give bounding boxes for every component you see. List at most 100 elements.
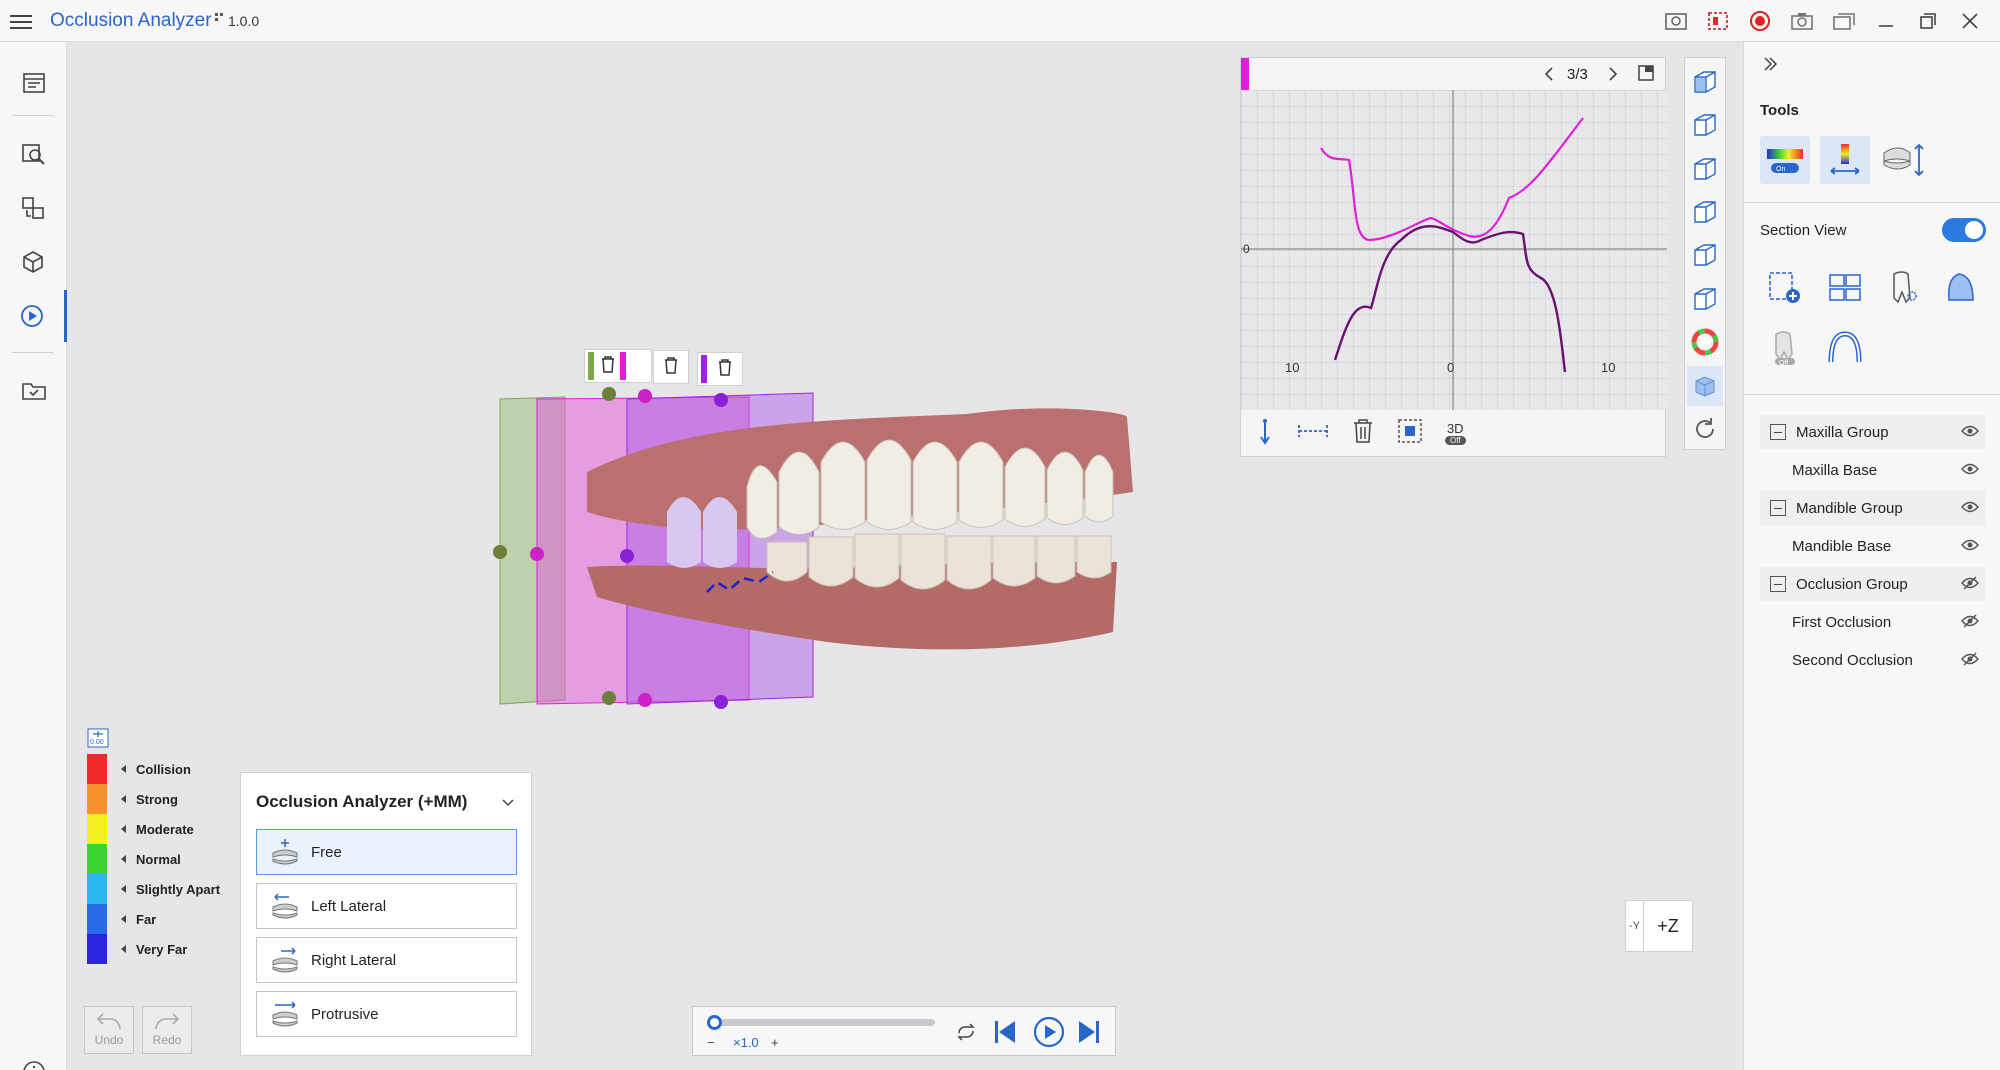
view-front-icon[interactable] [1687,62,1723,101]
split-view-icon[interactable] [1820,264,1870,312]
jaw-movement-tool[interactable] [1878,136,1928,184]
trash-icon[interactable] [717,358,733,381]
arch-icon[interactable] [1820,324,1870,372]
speed-decrease-button[interactable]: − [707,1035,715,1050]
magenta-plane-handle-bottom[interactable] [638,693,652,707]
caret-left-icon[interactable] [121,915,126,923]
trash-icon[interactable] [663,356,679,379]
legend-item[interactable]: Very Far [87,934,247,964]
purple-plane-handle-bottom[interactable] [714,695,728,709]
chevron-down-icon[interactable] [501,795,515,813]
playback-track[interactable] [713,1019,935,1026]
reset-view-icon[interactable] [1687,410,1723,449]
add-section-icon[interactable] [1760,264,1810,312]
prev-page-icon[interactable] [1543,66,1555,87]
purple-plane-handle-left[interactable] [620,549,634,563]
tree-item-row[interactable]: First Occlusion [1760,605,1985,639]
legend-item[interactable]: Moderate [87,814,247,844]
view-top-icon[interactable] [1687,236,1723,275]
collapse-minus-icon[interactable] [1770,576,1786,592]
speed-increase-button[interactable]: + [771,1035,779,1050]
tooth-section-icon[interactable] [1878,264,1928,312]
eye-off-icon[interactable] [1961,652,1979,670]
caret-left-icon[interactable] [121,795,126,803]
caret-left-icon[interactable] [121,945,126,953]
view-left-icon[interactable] [1687,149,1723,188]
collapse-minus-icon[interactable] [1770,424,1786,440]
record-icon[interactable] [1742,8,1778,34]
trash-icon[interactable] [600,355,616,378]
view-right-icon[interactable] [1687,192,1723,231]
occlusion-colormap-tool[interactable]: On [1760,136,1810,184]
caret-left-icon[interactable] [121,885,126,893]
section-view-toggle[interactable] [1942,218,1986,242]
solid-view-icon[interactable] [1687,366,1723,406]
eye-off-icon[interactable] [1961,576,1979,594]
eye-off-icon[interactable] [1961,614,1979,632]
green-plane-handle-bottom[interactable] [602,691,616,705]
delete-measure-icon[interactable] [1351,418,1375,449]
distance-colormap-tool[interactable] [1820,136,1870,184]
axis-minus-y[interactable]: -Y [1626,901,1644,951]
camera-icon[interactable] [1784,8,1820,34]
tree-item-row[interactable]: Mandible Base [1760,529,1985,563]
scale-indicator[interactable]: 0.00 [87,728,109,753]
inspect-icon[interactable] [0,128,67,180]
screens-icon[interactable] [1826,8,1862,34]
left-lateral-button[interactable]: Left Lateral [256,883,517,929]
tree-item-row[interactable]: Second Occlusion [1760,643,1985,677]
vertical-measure-icon[interactable] [1255,417,1275,450]
expand-graph-icon[interactable] [1637,64,1655,87]
axis-orientation[interactable]: -Y +Z [1625,900,1693,952]
menu-icon[interactable] [10,11,32,31]
protrusive-button[interactable]: Protrusive [256,991,517,1037]
grid-select-icon[interactable] [1397,418,1423,449]
play-button[interactable] [1033,1016,1065,1053]
undo-button[interactable]: Undo [84,1006,134,1054]
legend-item[interactable]: Collision [87,754,247,784]
restore-icon[interactable] [1910,8,1946,34]
right-lateral-button[interactable]: Right Lateral [256,937,517,983]
minimize-icon[interactable] [1868,8,1904,34]
caret-left-icon[interactable] [121,765,126,773]
color-wheel-icon[interactable] [1687,323,1723,362]
align-icon[interactable] [0,182,67,234]
free-motion-button[interactable]: Free [256,829,517,875]
tree-group-row[interactable]: Occlusion Group [1760,567,1985,601]
caret-left-icon[interactable] [121,855,126,863]
view-back-icon[interactable] [1687,105,1723,144]
redo-button[interactable]: Redo [142,1006,192,1054]
crop-record-icon[interactable] [1700,8,1736,34]
view-bottom-icon[interactable] [1687,279,1723,318]
axis-plus-z[interactable]: +Z [1644,901,1692,951]
eye-icon[interactable] [1961,462,1979,480]
magenta-plane-handle-left[interactable] [530,547,544,561]
toggle-3d[interactable]: 3D Off [1445,421,1466,445]
info-icon[interactable] [22,1060,46,1070]
legend-item[interactable]: Slightly Apart [87,874,247,904]
horizontal-measure-icon[interactable] [1297,421,1329,446]
tree-group-row[interactable]: Mandible Group [1760,491,1985,525]
legend-item[interactable]: Strong [87,784,247,814]
green-plane-handle-left[interactable] [493,545,507,559]
checklist-icon[interactable] [0,364,67,416]
eye-icon[interactable] [1961,424,1979,442]
model-icon[interactable] [0,236,67,288]
eye-icon[interactable] [1961,500,1979,518]
clip-view-icon[interactable] [1936,264,1986,312]
eye-icon[interactable] [1961,538,1979,556]
skip-start-icon[interactable] [993,1019,1017,1050]
tooth-off-icon[interactable]: Off [1760,324,1810,372]
play-icon[interactable] [0,290,67,342]
loop-icon[interactable] [955,1023,977,1046]
legend-item[interactable]: Far [87,904,247,934]
skip-end-icon[interactable] [1077,1019,1101,1050]
purple-plane-handle-top[interactable] [714,393,728,407]
green-plane-handle-top[interactable] [602,387,616,401]
close-icon[interactable] [1952,8,1988,34]
collapse-panel-icon[interactable] [1762,56,1778,77]
next-page-icon[interactable] [1607,66,1619,87]
legend-item[interactable]: Normal [87,844,247,874]
collapse-minus-icon[interactable] [1770,500,1786,516]
playback-thumb[interactable] [707,1015,722,1030]
